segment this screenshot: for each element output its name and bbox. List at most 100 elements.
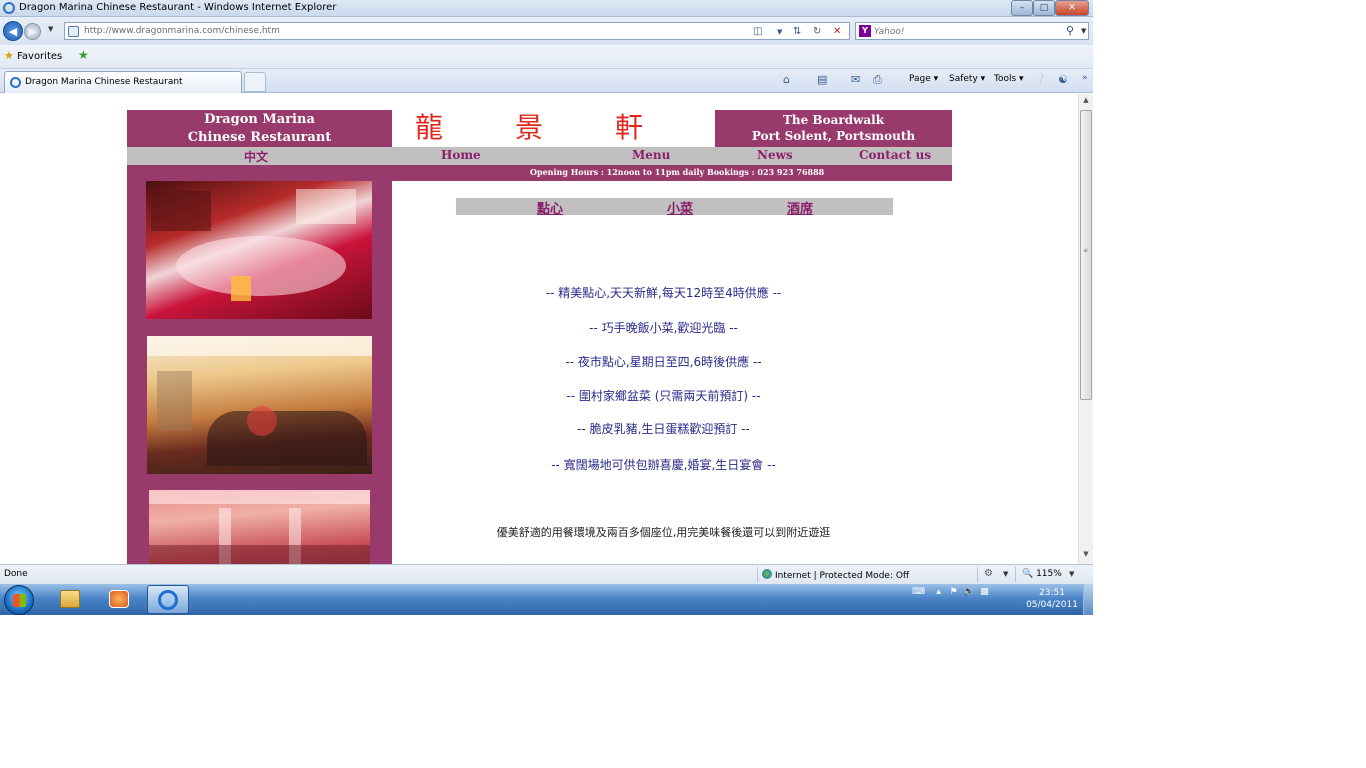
restaurant-photo-3 xyxy=(149,490,370,564)
window-title: Dragon Marina Chinese Restaurant - Windo… xyxy=(19,2,337,13)
scroll-grip-icon: ≡ xyxy=(1083,247,1089,254)
research-icon[interactable]: ☯ xyxy=(1058,73,1068,86)
status-bar: Done Internet | Protected Mode: Off ⚙ ▼ … xyxy=(0,564,1093,584)
favorites-bar: ★ Favorites ★ xyxy=(0,45,1093,69)
page-menu[interactable]: Page ▾ xyxy=(909,74,938,84)
taskbar-media-player[interactable] xyxy=(98,585,140,614)
chinese-title-char-3: 軒 xyxy=(615,111,644,144)
feeds-icon[interactable]: ▤ xyxy=(817,73,827,86)
restaurant-photo-1 xyxy=(146,181,372,319)
security-zone[interactable]: Internet | Protected Mode: Off xyxy=(762,569,909,581)
address-line2: Port Solent, Portsmouth xyxy=(751,129,916,143)
tab-dragon-marina[interactable]: Dragon Marina Chinese Restaurant xyxy=(4,71,242,93)
help-icon[interactable]: ❔ xyxy=(1033,73,1047,86)
search-icon[interactable]: ⚲ xyxy=(1066,24,1074,37)
nav-chinese-link[interactable]: 中文 xyxy=(244,148,268,165)
hours-bar: Opening Hours : 12noon to 11pm daily Boo… xyxy=(127,165,952,181)
system-tray[interactable]: ⌨ ▴ ⚑ 🔊 ▩ xyxy=(912,587,989,597)
new-tab-button[interactable] xyxy=(244,72,266,92)
tab-label: Dragon Marina Chinese Restaurant xyxy=(25,77,183,87)
rss-icon[interactable]: ⇅ xyxy=(793,26,801,37)
nav-news-link[interactable]: News xyxy=(757,148,793,162)
clock-date: 05/04/2011 xyxy=(1026,600,1078,610)
scroll-up-icon[interactable]: ▲ xyxy=(1079,96,1093,104)
scroll-thumb[interactable]: ≡ xyxy=(1080,110,1092,400)
address-dropdown-icon[interactable]: ▼ xyxy=(777,28,782,36)
search-box: Y ⚲ ▼ xyxy=(855,22,1089,40)
nav-menu-link[interactable]: Menu xyxy=(632,148,670,162)
ie-icon xyxy=(158,590,178,610)
address-block: The Boardwalk Port Solent, Portsmouth xyxy=(715,110,952,147)
dish-category-nav: 點心 小菜 酒席 xyxy=(456,198,893,217)
more-chevron-icon[interactable]: » xyxy=(1082,73,1088,83)
zoom-dropdown-icon[interactable]: ▼ xyxy=(1069,570,1074,578)
chinese-title-char-2: 景 xyxy=(515,111,544,144)
nav-home-link[interactable]: Home xyxy=(441,148,481,162)
print-icon[interactable]: ⎙ xyxy=(873,73,882,87)
home-icon[interactable]: ⌂ xyxy=(783,73,790,86)
minimize-button[interactable]: – xyxy=(1011,0,1033,16)
site-nav: 中文 Home Menu News Contact us xyxy=(127,147,952,165)
banquet-link[interactable]: 酒席 xyxy=(787,198,813,217)
body-text: 優美舒適的用餐環境及兩百多個座位,用完美味餐後還可以到附近遊逛 xyxy=(496,526,831,539)
stop-icon[interactable]: ✕ xyxy=(833,26,841,37)
tab-bar: Dragon Marina Chinese Restaurant ⌂ ▤ ✉ ⎙… xyxy=(0,69,1093,93)
status-dropdown-icon[interactable]: ▼ xyxy=(1003,570,1008,578)
restaurant-name-block: Dragon Marina Chinese Restaurant xyxy=(127,110,392,147)
zoom-level[interactable]: 🔍 115% xyxy=(1022,569,1062,579)
favorites-button[interactable]: ★ Favorites xyxy=(4,49,62,62)
photo-column xyxy=(127,181,392,564)
tools-menu[interactable]: Tools ▾ xyxy=(994,74,1024,84)
promo-line-3: -- 夜市點心,星期日至四,6時後供應 -- xyxy=(565,355,762,369)
show-desktop-button[interactable] xyxy=(1083,584,1093,615)
safety-menu[interactable]: Safety ▾ xyxy=(949,74,985,84)
chinese-title-block: 龍 景 軒 xyxy=(392,110,715,147)
windows-taskbar: ⌨ ▴ ⚑ 🔊 ▩ 23:51 05/04/2011 xyxy=(0,584,1093,615)
chinese-title-char-1: 龍 xyxy=(415,111,444,144)
favorites-label: Favorites xyxy=(17,51,63,62)
start-button[interactable] xyxy=(4,585,34,615)
search-input[interactable] xyxy=(874,25,1054,38)
compatibility-view-icon[interactable]: ◫ xyxy=(753,26,762,37)
add-favorite-icon[interactable]: ★ xyxy=(78,48,89,62)
media-player-icon xyxy=(109,590,129,608)
dishes-link[interactable]: 小菜 xyxy=(667,198,693,217)
clock-time: 23:51 xyxy=(1039,588,1065,598)
restaurant-photo-2 xyxy=(147,336,372,474)
refresh-icon[interactable]: ↻ xyxy=(813,26,821,37)
taskbar-explorer[interactable] xyxy=(49,585,91,614)
yahoo-icon: Y xyxy=(859,25,871,37)
globe-icon xyxy=(762,569,772,579)
vertical-scrollbar[interactable]: ▲ ≡ ▼ xyxy=(1078,94,1093,564)
ie-window: Dragon Marina Chinese Restaurant - Windo… xyxy=(0,0,1093,615)
page-viewport: Dragon Marina Chinese Restaurant 龍 景 軒 T… xyxy=(0,94,1093,564)
address-row: ◀ ▶ ▼ http://www.dragonmarina.com/chines… xyxy=(0,17,1093,45)
status-text: Done xyxy=(4,569,28,579)
promo-line-2: -- 巧手晚飯小菜,歡迎光臨 -- xyxy=(589,321,738,335)
mail-icon[interactable]: ✉ xyxy=(851,73,860,86)
back-button[interactable]: ◀ xyxy=(3,21,23,41)
clock[interactable]: 23:51 05/04/2011 xyxy=(1022,587,1082,611)
title-bar: Dragon Marina Chinese Restaurant - Windo… xyxy=(0,0,1093,17)
restaurant-name-line1: Dragon Marina xyxy=(204,112,315,127)
ie-logo-icon xyxy=(3,2,15,14)
recent-pages-dropdown-icon[interactable]: ▼ xyxy=(48,25,53,33)
ie-page-icon xyxy=(10,77,21,88)
promo-line-4: -- 圍村家鄉盆菜 (只需兩天前預訂) -- xyxy=(566,389,761,403)
restaurant-name-line2: Chinese Restaurant xyxy=(187,130,332,145)
url-text[interactable]: http://www.dragonmarina.com/chinese.htm xyxy=(84,26,280,36)
dim-sum-link[interactable]: 點心 xyxy=(537,198,563,217)
promo-line-1: -- 精美點心,天天新鮮,每天12時至4時供應 -- xyxy=(545,286,782,300)
address-bar[interactable]: http://www.dragonmarina.com/chinese.htm … xyxy=(64,22,850,40)
nav-contact-link[interactable]: Contact us xyxy=(859,148,931,162)
maximize-button[interactable]: □ xyxy=(1033,0,1055,16)
taskbar-internet-explorer[interactable] xyxy=(147,585,189,614)
folder-icon xyxy=(60,590,80,608)
search-dropdown-icon[interactable]: ▼ xyxy=(1081,27,1086,35)
opening-hours-text: Opening Hours : 12noon to 11pm daily Boo… xyxy=(530,167,825,177)
scroll-down-icon[interactable]: ▼ xyxy=(1079,550,1093,558)
favorites-star-icon: ★ xyxy=(4,49,14,62)
close-button[interactable]: ✕ xyxy=(1055,0,1089,16)
forward-button[interactable]: ▶ xyxy=(24,23,41,40)
protected-mode-icon[interactable]: ⚙ xyxy=(984,568,993,579)
